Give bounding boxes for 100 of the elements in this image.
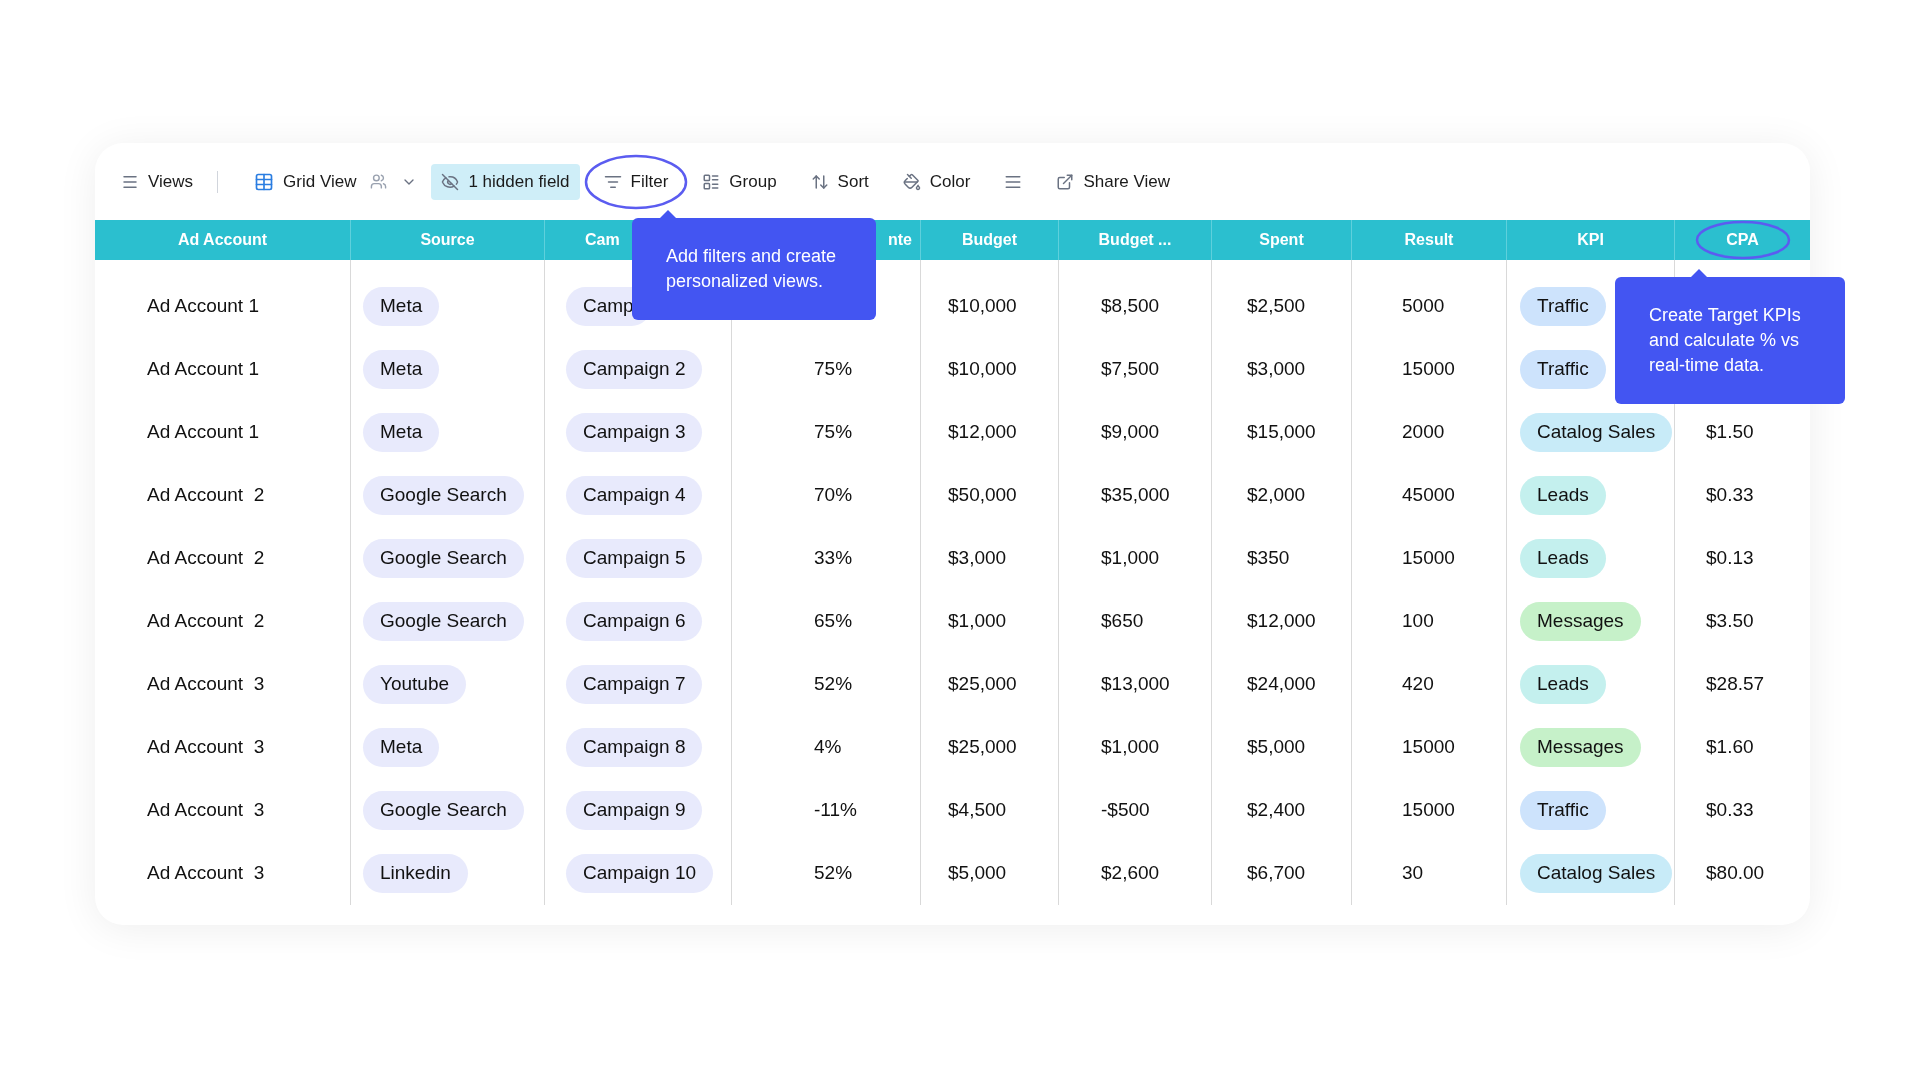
table-cell-text: 15000 <box>1402 357 1455 382</box>
table-cell-text: Ad Account 1 <box>147 420 259 445</box>
table-cell-text: Ad Account 3 <box>147 861 265 886</box>
table-cell-text: Ad Account 3 <box>147 735 265 760</box>
toolbar-button[interactable]: 1 hidden field <box>431 163 580 200</box>
table-cell-text: $1,000 <box>1101 735 1160 760</box>
campaign-tag: Campaign 9 <box>566 791 703 830</box>
source-tag: Youtube <box>363 665 467 704</box>
kpi-tag: Messages <box>1520 602 1641 641</box>
kpi-tag: Catalog Sales <box>1520 854 1673 893</box>
table-cell-text: $9,000 <box>1101 420 1160 445</box>
table-cell-text: 30 <box>1402 861 1424 886</box>
table-cell-text: $50,000 <box>948 483 1017 508</box>
table-cell-text: 33% <box>814 546 853 571</box>
table-cell-text: $2,600 <box>1101 861 1160 886</box>
table-cell-text: $12,000 <box>948 420 1017 445</box>
table-cell-text: $1,000 <box>948 609 1007 634</box>
campaign-tag: Campaign 10 <box>566 854 714 893</box>
kpi-tag: Traffic <box>1520 791 1606 830</box>
source-tag: Google Search <box>363 539 524 578</box>
table-cell-text: $650 <box>1101 609 1144 634</box>
table-cell-text: $6,700 <box>1247 861 1306 886</box>
kpi-tag: Traffic <box>1520 287 1606 326</box>
toolbar-button[interactable]: Views <box>111 163 204 200</box>
table-cell-text: Ad Account 2 <box>147 609 265 634</box>
table-cell-text: $35,000 <box>1101 483 1170 508</box>
table-cell-text: 52% <box>814 672 853 697</box>
column-header[interactable]: Result <box>1404 228 1454 252</box>
column-header[interactable]: Source <box>420 228 475 252</box>
column-header[interactable]: Spent <box>1259 228 1304 252</box>
table-cell-text: $0.13 <box>1706 546 1754 571</box>
table-cell-text: $7,500 <box>1101 357 1160 382</box>
campaign-tag: Campaign 3 <box>566 413 703 452</box>
table-cell-text: $2,500 <box>1247 294 1306 319</box>
tooltip: Add filters and create personalized views. <box>632 218 876 320</box>
table-cell-text: $25,000 <box>948 672 1017 697</box>
table-cell-text: Ad Account 1 <box>147 294 259 319</box>
table-cell-text: $12,000 <box>1247 609 1316 634</box>
table-cell-text: $8,500 <box>1101 294 1160 319</box>
table-cell-text: 15000 <box>1402 546 1455 571</box>
source-tag: Google Search <box>363 602 524 641</box>
kpi-tag: Catalog Sales <box>1520 413 1673 452</box>
source-tag: Google Search <box>363 476 524 515</box>
table-cell-text: $5,000 <box>1247 735 1306 760</box>
toolbar-button[interactable]: Color <box>892 163 981 200</box>
table-cell-text: $1,000 <box>1101 546 1160 571</box>
people-icon <box>370 173 388 190</box>
kpi-tag: Leads <box>1520 665 1606 704</box>
table-cell-text: $1.60 <box>1706 735 1754 760</box>
eye-off-icon <box>441 172 460 191</box>
table-cell-text: $10,000 <box>948 294 1017 319</box>
kpi-tag: Leads <box>1520 476 1606 515</box>
table-cell-text: 420 <box>1402 672 1434 697</box>
table-cell-text: $13,000 <box>1101 672 1170 697</box>
table-cell-text: $3.50 <box>1706 609 1754 634</box>
campaign-tag: Campaign 6 <box>566 602 703 641</box>
table-cell-text: Ad Account 3 <box>147 798 265 823</box>
toolbar-button[interactable]: Grid View <box>244 163 367 200</box>
table-cell-text: $0.33 <box>1706 483 1754 508</box>
toolbar-button[interactable]: Share View <box>1046 163 1181 200</box>
table-cell-text: $3,000 <box>948 546 1007 571</box>
source-tag: Meta <box>363 350 440 389</box>
column-header[interactable]: Cam <box>585 228 620 252</box>
share-icon <box>1056 172 1075 191</box>
tooltip: Create Target KPIs and calculate % vs real-time data. <box>1615 277 1845 404</box>
table-cell-text: -11% <box>814 798 857 823</box>
campaign-tag: Campaign 5 <box>566 539 703 578</box>
table-cell-text: $4,500 <box>948 798 1007 823</box>
column-header[interactable]: nte <box>888 228 912 252</box>
table-cell-text: 45000 <box>1402 483 1455 508</box>
toolbar-button[interactable]: Group <box>692 163 787 200</box>
kpi-tag: Traffic <box>1520 350 1606 389</box>
toolbar-button[interactable]: Sort <box>800 163 879 200</box>
table-cell-text: 4% <box>814 735 842 760</box>
source-tag: Meta <box>363 287 440 326</box>
kpi-tag: Messages <box>1520 728 1641 767</box>
table-cell-text: $25,000 <box>948 735 1017 760</box>
table-cell-text: $28.57 <box>1706 672 1765 697</box>
table-cell-text: 52% <box>814 861 853 886</box>
source-tag: Linkedin <box>363 854 468 893</box>
table-cell-text: $5,000 <box>948 861 1007 886</box>
table-cell-text: Ad Account 2 <box>147 546 265 571</box>
table-cell-text: 75% <box>814 420 853 445</box>
campaign-tag: Campaign 2 <box>566 350 703 389</box>
table-cell-text: $15,000 <box>1247 420 1316 445</box>
table-cell-text: Ad Account 2 <box>147 483 265 508</box>
column-header[interactable]: Budget ... <box>1098 228 1172 252</box>
column-header[interactable]: KPI <box>1577 228 1604 252</box>
table-cell-text: 15000 <box>1402 798 1455 823</box>
column-header[interactable]: Ad Account <box>177 228 268 252</box>
table-cell-text: $2,000 <box>1247 483 1306 508</box>
sort-icon <box>810 172 829 191</box>
table-cell-text: 15000 <box>1402 735 1455 760</box>
paint-bucket-icon <box>902 172 921 191</box>
table-cell-text: Ad Account 3 <box>147 672 265 697</box>
source-tag: Meta <box>363 413 440 452</box>
column-header[interactable]: Budget <box>961 228 1018 252</box>
table-cell-text: -$500 <box>1101 798 1150 823</box>
table-cell-text: $80.00 <box>1706 861 1765 886</box>
kpi-tag: Leads <box>1520 539 1606 578</box>
